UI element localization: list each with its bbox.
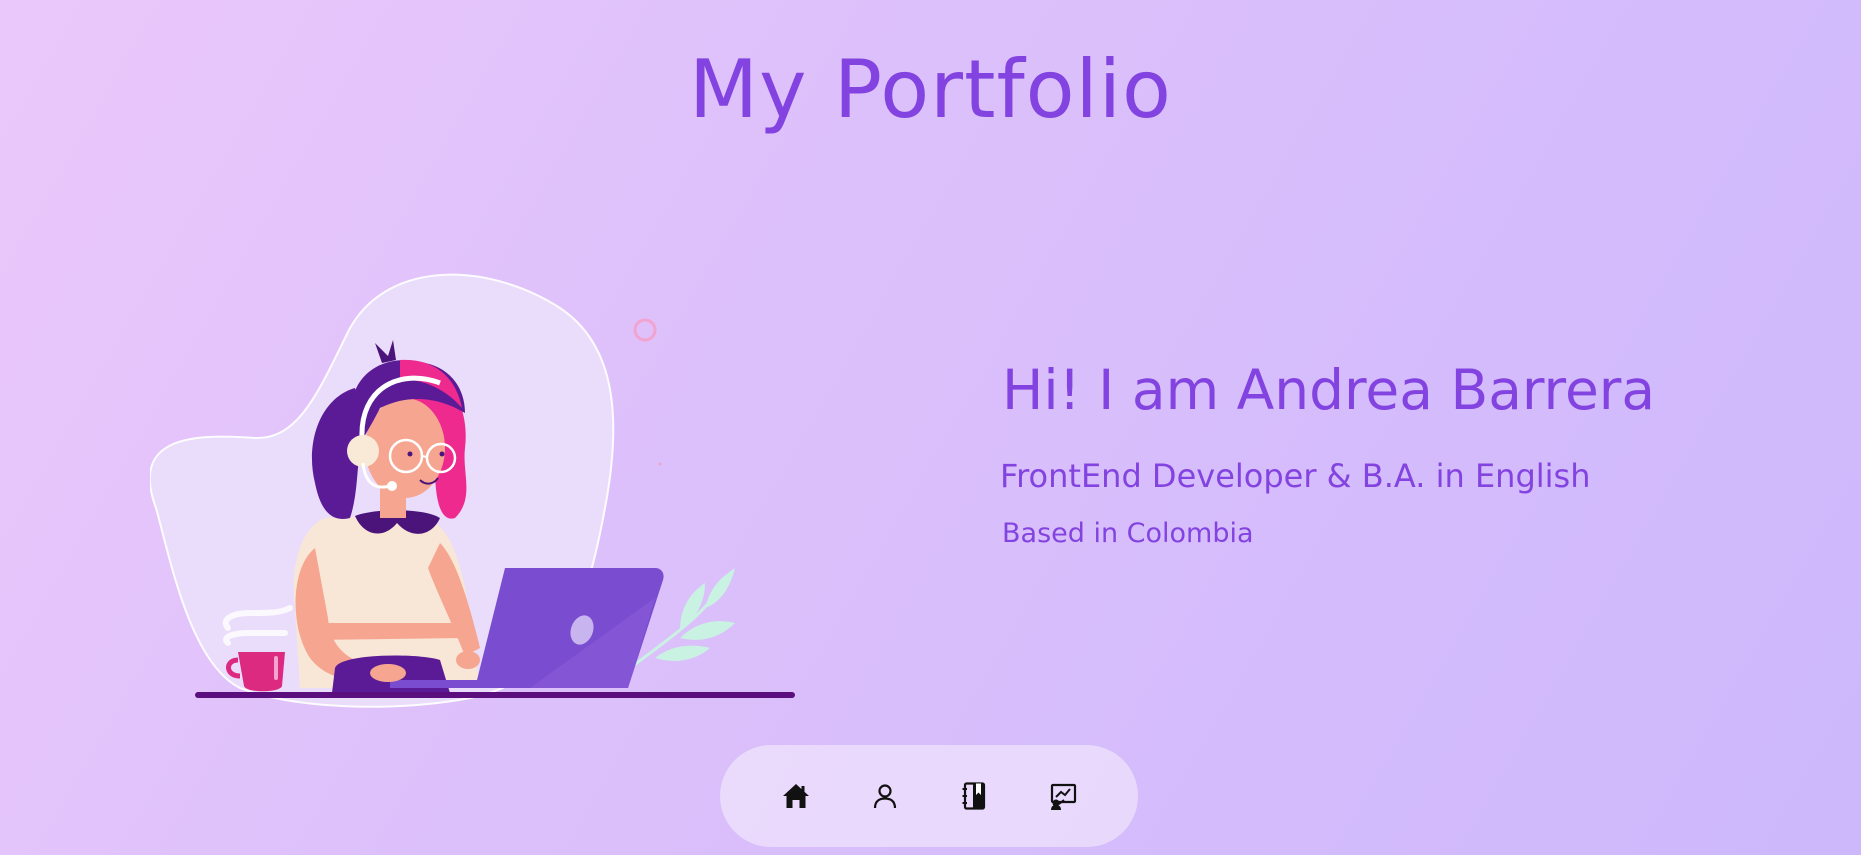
- intro-role: FrontEnd Developer & B.A. in English: [1000, 457, 1591, 495]
- nav-projects-button[interactable]: [1018, 766, 1107, 826]
- nav-about-button[interactable]: [840, 766, 929, 826]
- intro-location: Based in Colombia: [1002, 518, 1254, 549]
- intro-name: Hi! I am Andrea Barrera: [1002, 358, 1656, 422]
- intro-section: Hi! I am Andrea Barrera FrontEnd Develop…: [1000, 358, 1656, 549]
- developer-illustration: [150, 273, 795, 708]
- user-icon: [873, 784, 896, 809]
- portfolio-icon: [1050, 783, 1076, 810]
- home-icon: [782, 784, 809, 808]
- nav-home-button[interactable]: [751, 766, 840, 826]
- notebook-icon: [962, 782, 985, 810]
- page-title: My Portfolio: [689, 43, 1172, 136]
- nav-resume-button[interactable]: [929, 766, 1018, 826]
- bottom-nav: [720, 745, 1138, 847]
